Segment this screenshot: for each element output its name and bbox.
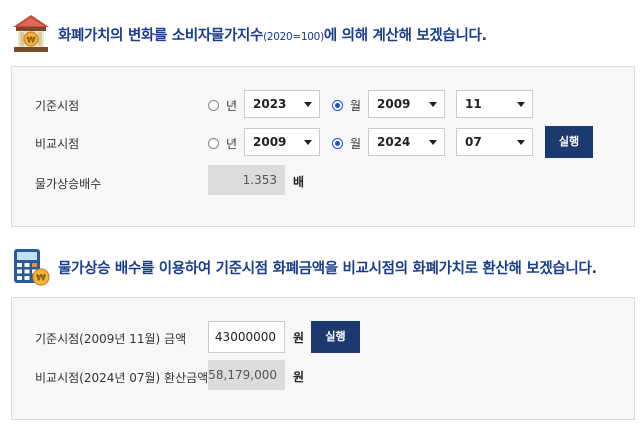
svg-text:₩: ₩ bbox=[36, 274, 46, 284]
amount-conversion-panel: 기준시점(2009년 11월) 금액 43000000 원 실행 비교시점(20… bbox=[11, 297, 635, 420]
base-month-radio[interactable]: 월 bbox=[332, 97, 361, 114]
compare-point-label: 비교시점 bbox=[35, 137, 80, 151]
base-month-select[interactable]: 11 bbox=[456, 90, 533, 118]
inflation-multiplier-value: 1.353 bbox=[208, 165, 285, 195]
section2-header: ₩ 물가상승 배수를 이용하여 기준시점 화폐금액을 비교시점의 화폐가치로 환… bbox=[10, 246, 597, 288]
base-year-radio[interactable]: 년 bbox=[208, 97, 237, 114]
chevron-down-icon bbox=[517, 102, 525, 107]
radio-dot-selected bbox=[332, 138, 343, 149]
radio-dot bbox=[208, 138, 219, 149]
inflation-multiplier-unit: 배 bbox=[293, 175, 305, 189]
compare-year-select[interactable]: 2009 bbox=[244, 128, 320, 156]
convert-run-button[interactable]: 실행 bbox=[311, 321, 360, 353]
base-amount-unit: 원 bbox=[293, 331, 305, 345]
compare-month-radio[interactable]: 월 bbox=[332, 135, 361, 152]
calculator-coin-icon: ₩ bbox=[14, 249, 50, 286]
bank-coin-icon: ₩ bbox=[13, 15, 49, 52]
converted-amount-label: 비교시점(2024년 07월) 환산금액 bbox=[35, 371, 209, 385]
converted-amount-unit: 원 bbox=[293, 370, 305, 384]
compare-month-year-select[interactable]: 2024 bbox=[368, 128, 445, 156]
base-amount-input[interactable]: 43000000 bbox=[208, 321, 285, 353]
radio-dot bbox=[208, 100, 219, 111]
radio-dot-selected bbox=[332, 100, 343, 111]
section1-header: ₩ 화폐가치의 변화를 소비자물가지수(2020=100)에 의해 계산해 보겠… bbox=[10, 13, 487, 55]
base-amount-label: 기준시점(2009년 11월) 금액 bbox=[35, 332, 187, 346]
chevron-down-icon bbox=[517, 140, 525, 145]
svg-text:₩: ₩ bbox=[27, 36, 36, 45]
compare-month-select[interactable]: 07 bbox=[456, 128, 533, 156]
converted-amount-value: 58,179,000 bbox=[208, 360, 285, 390]
calculate-run-button[interactable]: 실행 bbox=[545, 126, 593, 158]
base-month-year-select[interactable]: 2009 bbox=[368, 90, 445, 118]
cpi-comparison-panel: 기준시점 년 2023 월 2009 11 비교시점 년 2009 월 2024… bbox=[11, 66, 635, 227]
chevron-down-icon bbox=[304, 140, 312, 145]
base-year-select[interactable]: 2023 bbox=[244, 90, 320, 118]
chevron-down-icon bbox=[304, 102, 312, 107]
chevron-down-icon bbox=[429, 140, 437, 145]
section1-title: 화폐가치의 변화를 소비자물가지수(2020=100)에 의해 계산해 보겠습니… bbox=[58, 27, 487, 44]
chevron-down-icon bbox=[429, 102, 437, 107]
inflation-multiplier-label: 물가상승배수 bbox=[35, 177, 102, 191]
section2-title: 물가상승 배수를 이용하여 기준시점 화폐금액을 비교시점의 화폐가치로 환산해… bbox=[58, 260, 597, 277]
compare-year-radio[interactable]: 년 bbox=[208, 135, 237, 152]
base-point-label: 기준시점 bbox=[35, 99, 80, 113]
